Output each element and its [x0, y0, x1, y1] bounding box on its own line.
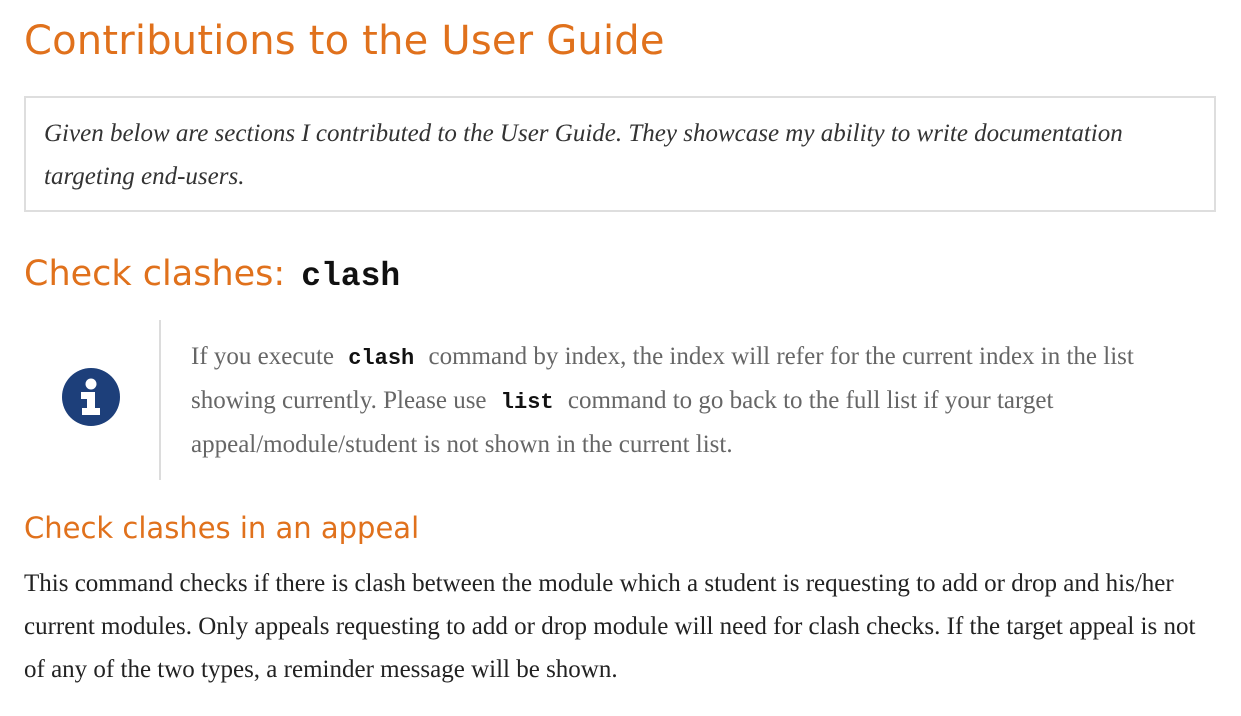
- info-icon: [61, 367, 121, 427]
- info-code-clash: clash: [348, 346, 415, 371]
- section-heading: Check clashes: clash: [24, 254, 400, 295]
- info-text: If you execute clash command by index, t…: [191, 336, 1181, 466]
- info-icon-graphic: [62, 368, 120, 426]
- subsection-paragraph: This command checks if there is clash be…: [24, 570, 1196, 683]
- info-text-part-1: If you execute: [191, 343, 334, 370]
- intro-text: Given below are sections I contributed t…: [44, 120, 1123, 190]
- intro-callout: Given below are sections I contributed t…: [24, 96, 1216, 212]
- section-heading-command: clash: [301, 258, 401, 295]
- info-divider: [159, 320, 161, 480]
- subsection-heading: Check clashes in an appeal: [24, 511, 420, 545]
- info-code-list: list: [500, 390, 554, 415]
- section-heading-label: Check clashes:: [24, 254, 286, 294]
- page-title: Contributions to the User Guide: [24, 18, 665, 64]
